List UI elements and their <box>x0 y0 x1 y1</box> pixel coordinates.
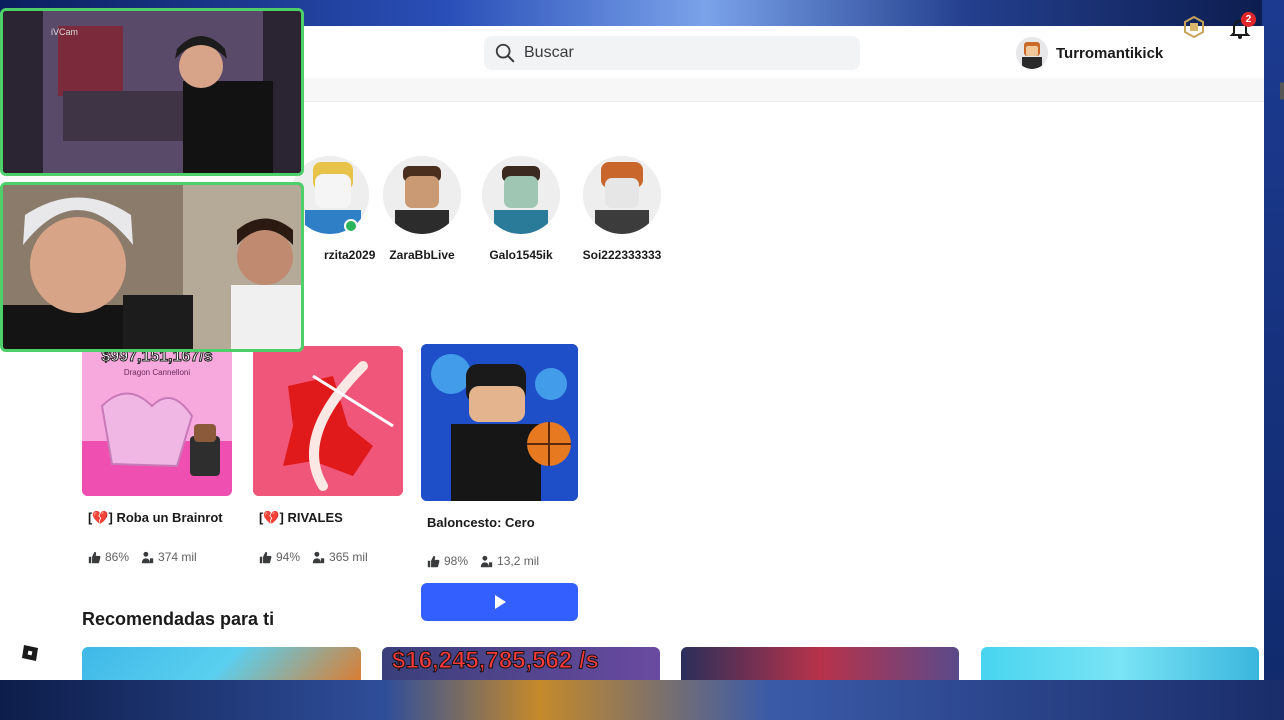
players-value: 374 mil <box>158 550 197 564</box>
section-title-recommended: Recomendadas para ti <box>82 609 275 629</box>
game-title: [💔] RIVALES <box>259 510 343 525</box>
search-icon <box>495 43 515 63</box>
friend-name: Soi222333333 <box>582 248 662 262</box>
search-placeholder: Buscar <box>524 44 574 61</box>
game-thumbnail <box>253 346 403 496</box>
friend-avatar <box>482 156 560 234</box>
players-stat: 13,2 mil <box>480 554 539 568</box>
online-status-dot <box>344 219 358 233</box>
roblox-logo-icon[interactable] <box>20 643 40 663</box>
play-button[interactable] <box>421 583 578 621</box>
webcam-feed-bottom <box>0 182 304 352</box>
stream-background-right <box>1262 0 1284 720</box>
game-title: Baloncesto: Cero <box>427 515 535 530</box>
stream-background-bottom <box>0 680 1284 720</box>
play-icon <box>494 595 506 609</box>
game-stats: 94% 365 mil <box>259 550 403 564</box>
user-avatar <box>1016 37 1048 69</box>
thumbs-up-icon <box>88 551 101 563</box>
players-icon <box>312 551 325 563</box>
user-profile-link[interactable]: Turromantikick <box>1016 36 1163 70</box>
game-thumbnail <box>421 344 578 501</box>
game-card-hovered[interactable]: Baloncesto: Cero 98% 13,2 mil <box>421 344 578 568</box>
recommended-overlay-text: $16,245,785,562 /s <box>392 647 600 675</box>
rating-stat: 98% <box>427 554 468 568</box>
game-card[interactable]: $997,151,167/s Dragon Cannelloni [💔] Rob… <box>82 346 232 564</box>
players-icon <box>141 551 154 563</box>
players-icon <box>480 555 493 567</box>
username: Turromantikick <box>1056 44 1164 62</box>
rating-stat: 94% <box>259 550 300 564</box>
search-bar[interactable]: Buscar <box>484 36 860 70</box>
recommended-game-card[interactable]: $16,245,785,562 /s <box>382 647 660 681</box>
players-stat: 365 mil <box>312 550 368 564</box>
recommended-game-card[interactable] <box>981 647 1259 681</box>
webcam-feed-top: iVCam <box>0 8 304 176</box>
friend-item[interactable]: ZaraBbLive <box>372 156 472 262</box>
game-title: [💔] Roba un Brainrot <box>88 510 223 525</box>
rating-value: 94% <box>276 550 301 564</box>
game-thumbnail: $997,151,167/s Dragon Cannelloni <box>82 346 232 496</box>
notification-count-badge: 2 <box>1241 12 1256 27</box>
scrollbar-thumb[interactable] <box>1280 82 1284 100</box>
players-stat: 374 mil <box>141 550 197 564</box>
game-overlay-subtext: Dragon Cannelloni <box>123 368 191 377</box>
players-value: 365 mil <box>329 550 368 564</box>
thumbs-up-icon <box>259 551 272 563</box>
friend-item[interactable]: Soi222333333 <box>572 156 672 262</box>
game-stats: 86% 374 mil <box>88 550 232 564</box>
recommended-game-card[interactable] <box>82 647 361 681</box>
rating-value: 86% <box>105 550 130 564</box>
rating-value: 98% <box>444 554 469 568</box>
friend-avatar <box>383 156 461 234</box>
thumbs-up-icon <box>427 555 440 567</box>
recommended-game-card[interactable] <box>681 647 959 681</box>
friend-avatar <box>583 156 661 234</box>
game-stats: 98% 13,2 mil <box>427 554 578 568</box>
friend-item[interactable]: Galo1545ik <box>471 156 571 262</box>
players-value: 13,2 mil <box>497 554 540 568</box>
friend-name: Galo1545ik <box>489 248 553 262</box>
rating-stat: 86% <box>88 550 129 564</box>
game-card[interactable]: [💔] RIVALES 94% 365 mil <box>253 346 403 564</box>
friend-name: ZaraBbLive <box>389 248 455 262</box>
webcam-label: iVCam <box>51 27 79 37</box>
robux-icon[interactable] <box>1183 16 1205 38</box>
